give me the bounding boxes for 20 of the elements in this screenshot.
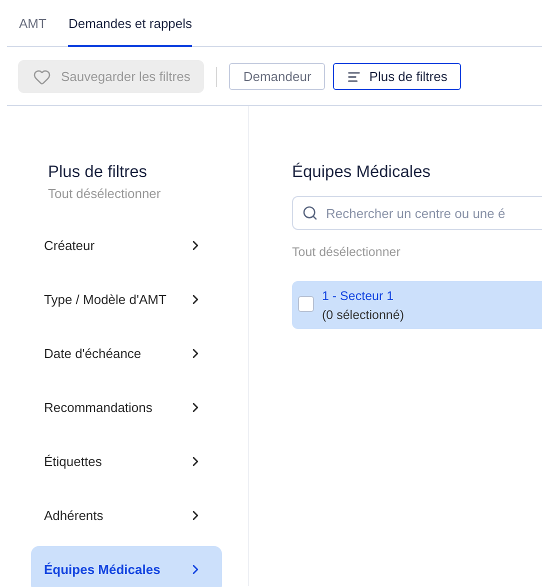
- filter-button[interactable]: Plus de filtres: [333, 63, 462, 90]
- tab[interactable]: Demandes et rappels: [68, 16, 192, 47]
- sidebar-title: Plus de filtres: [47, 163, 148, 182]
- filter-category[interactable]: Type / Modèle d'AMT: [31, 276, 222, 323]
- lines-icon: [347, 70, 362, 84]
- filter-category[interactable]: Recommandations: [31, 384, 222, 431]
- filter-category[interactable]: Adhérents: [31, 492, 222, 539]
- filter-button[interactable]: Demandeur: [229, 63, 326, 90]
- checkbox[interactable]: [298, 296, 314, 312]
- selection-count: (0 sélectionné): [322, 308, 404, 322]
- option-label: 1 - Secteur 1: [322, 289, 395, 303]
- filter-category[interactable]: Étiquettes: [31, 438, 222, 485]
- filter-category[interactable]: Date d'échéance: [31, 330, 222, 377]
- filter-category[interactable]: Équipes Médicales: [31, 546, 222, 587]
- heart-icon: [33, 68, 51, 86]
- tab[interactable]: AMT: [19, 16, 46, 47]
- search-field[interactable]: Rechercher un centre ou une é: [292, 196, 542, 230]
- filter-category[interactable]: Créateur: [31, 222, 222, 269]
- panel-title: Équipes Médicales: [292, 163, 432, 182]
- search-icon: [302, 205, 318, 221]
